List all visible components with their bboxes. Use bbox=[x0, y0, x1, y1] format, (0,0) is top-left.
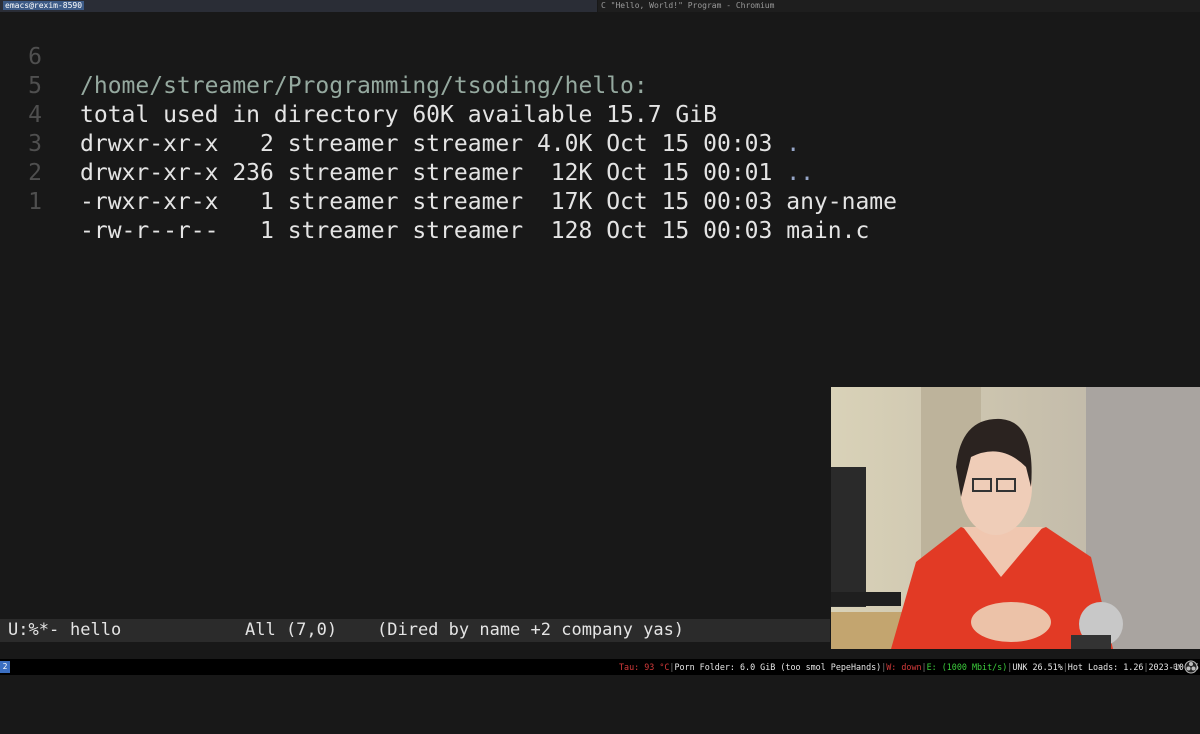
directory-name[interactable]: . bbox=[786, 131, 800, 157]
line-number: 1 bbox=[28, 189, 42, 215]
file-details: drwxr-xr-x 2 streamer streamer 4.0K Oct … bbox=[80, 131, 787, 157]
buffer-state: U:%*- bbox=[8, 620, 60, 640]
workspace-indicator[interactable]: 2 bbox=[0, 661, 10, 673]
system-status-bar: 2 Tau: 93 °C|Porn Folder: 6.0 GiB (too s… bbox=[0, 659, 1200, 675]
major-minor-modes: (Dired by name +2 company yas) bbox=[377, 620, 685, 640]
webcam-overlay bbox=[831, 387, 1200, 649]
buffer-position: All (7,0) bbox=[245, 620, 338, 640]
emacs-mode-line[interactable]: U:%*- hello All (7,0) (Dired by name +2 … bbox=[0, 619, 830, 642]
dired-entry[interactable]: 2 -rwxr-xr-x 1 streamer streamer 17K Oct… bbox=[0, 130, 897, 215]
dired-line[interactable]: 5 total used in directory 60K available … bbox=[0, 43, 717, 128]
file-name[interactable]: main.c bbox=[786, 218, 869, 244]
unk-status: UNK 26.51% bbox=[1012, 662, 1063, 672]
disk-usage: Porn Folder: 6.0 GiB (too smol PepeHands… bbox=[674, 662, 882, 672]
file-details: drwxr-xr-x 236 streamer streamer 12K Oct… bbox=[80, 160, 787, 186]
dired-summary: total used in directory 60K available 15… bbox=[80, 102, 717, 128]
webcam-image bbox=[831, 387, 1200, 649]
dired-line[interactable]: 6 /home/streamer/Programming/tsoding/hel… bbox=[0, 14, 648, 99]
cpu-temperature: Tau: 93 °C bbox=[619, 662, 670, 672]
directory-name[interactable]: .. bbox=[786, 160, 814, 186]
dired-entry[interactable]: 1 -rw-r--r-- 1 streamer streamer 128 Oct… bbox=[0, 159, 869, 244]
file-details: -rw-r--r-- 1 streamer streamer 128 Oct 1… bbox=[80, 218, 787, 244]
chromium-window-title[interactable]: C "Hello, World!" Program - Chromium bbox=[598, 0, 1200, 12]
dired-entry[interactable]: 4 drwxr-xr-x 2 streamer streamer 4.0K Oc… bbox=[0, 72, 800, 157]
wifi-status: W: down bbox=[886, 662, 922, 672]
file-name[interactable]: any-name bbox=[786, 189, 897, 215]
file-details: -rwxr-xr-x 1 streamer streamer 17K Oct 1… bbox=[80, 189, 787, 215]
dired-entry[interactable]: 3 drwxr-xr-x 236 streamer streamer 12K O… bbox=[0, 101, 814, 186]
buffer-name: hello bbox=[70, 620, 122, 640]
dired-header: /home/streamer/Programming/tsoding/hello… bbox=[80, 73, 648, 99]
system-load: Hot Loads: 1.26 bbox=[1067, 662, 1144, 672]
obs-tray-icon[interactable] bbox=[1184, 660, 1198, 674]
emacs-window-title: emacs@rexim-8590 bbox=[0, 0, 597, 12]
emacs-title-text: emacs@rexim-8590 bbox=[3, 1, 85, 10]
ethernet-status: E: (1000 Mbit/s) bbox=[926, 662, 1008, 672]
keyboard-layout[interactable]: EN bbox=[1173, 659, 1181, 675]
